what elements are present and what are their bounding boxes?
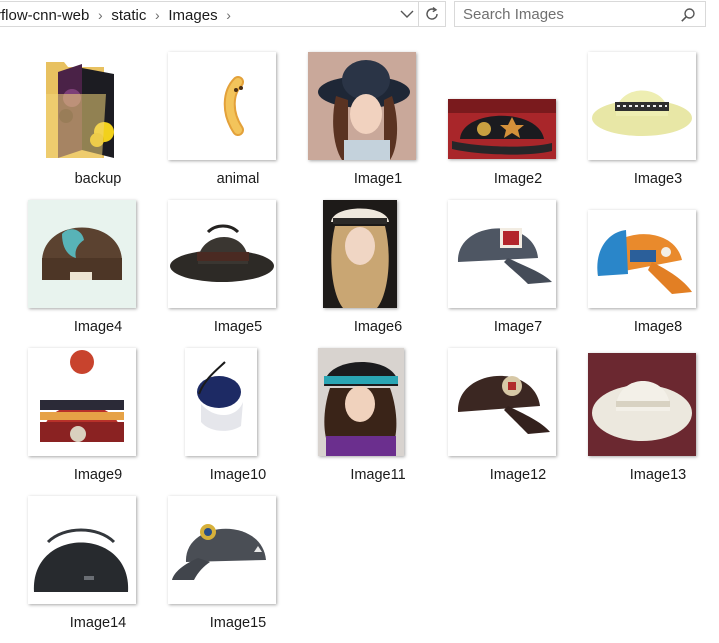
image-thumbnail [588,52,696,160]
file-label: Image8 [633,319,683,335]
breadcrumb-separator[interactable]: › [146,7,168,23]
breadcrumb-item-static[interactable]: static [111,7,146,24]
image-thumbnail [318,348,404,456]
file-item-image2[interactable]: Image2 [448,44,588,190]
search-icon[interactable] [680,7,696,23]
file-item-image11[interactable]: Image11 [308,340,448,486]
image-thumbnail [28,200,136,308]
file-label: animal [216,171,260,187]
file-item-image5[interactable]: Image5 [168,192,308,338]
file-item-image14[interactable]: Image14 [28,488,168,634]
file-label: Image11 [350,467,406,483]
file-label: Image15 [209,615,267,631]
file-item-image4[interactable]: Image4 [28,192,168,338]
file-label: backup [74,171,122,187]
file-label: Image10 [209,467,267,483]
file-item-image15[interactable]: Image15 [168,488,308,634]
folder-icon [42,58,122,162]
image-thumbnail [168,200,276,308]
file-item-image13[interactable]: Image13 [588,340,719,486]
breadcrumb-item-project[interactable]: rflow-cnn-web [0,7,89,24]
image-thumbnail [323,200,397,308]
file-label: Image7 [493,319,543,335]
file-item-image1[interactable]: Image1 [308,44,448,190]
chevron-down-icon[interactable] [399,5,415,23]
search-box[interactable] [454,1,706,27]
image-thumbnail [168,496,276,604]
image-thumbnail [588,353,696,456]
file-label: Image3 [633,171,683,187]
search-input[interactable] [463,4,673,24]
breadcrumb-separator[interactable]: › [218,7,240,23]
breadcrumb: rflow-cnn-web › static › Images › [0,6,240,24]
refresh-icon [426,6,438,20]
image-thumbnail [448,200,556,308]
image-thumbnail [588,210,696,308]
file-label: Image1 [353,171,403,187]
file-label: Image6 [353,319,403,335]
file-label: Image9 [73,467,123,483]
file-label: Image14 [69,615,127,631]
file-item-image12[interactable]: Image12 [448,340,588,486]
file-item-image7[interactable]: Image7 [448,192,588,338]
breadcrumb-separator[interactable]: › [89,7,111,23]
file-item-animal[interactable]: animal [168,44,308,190]
file-label: Image2 [493,171,543,187]
file-item-image3[interactable]: Image3 [588,44,719,190]
file-label: Image12 [489,467,547,483]
breadcrumb-item-images[interactable]: Images [168,7,217,24]
file-item-image9[interactable]: Image9 [28,340,168,486]
image-thumbnail [448,348,556,456]
image-thumbnail [168,52,276,160]
folder-item-backup[interactable]: backup [28,44,168,190]
image-thumbnail [448,99,556,159]
refresh-button[interactable] [418,2,445,26]
image-thumbnail [185,348,257,456]
image-thumbnail [28,496,136,604]
image-thumbnail [28,348,136,456]
file-item-image8[interactable]: Image8 [588,192,719,338]
toolbar: rflow-cnn-web › static › Images › [0,0,719,30]
file-item-image10[interactable]: Image10 [168,340,308,486]
image-thumbnail [308,52,416,160]
file-label: Image4 [73,319,123,335]
address-bar[interactable]: rflow-cnn-web › static › Images › [0,1,446,27]
file-label: Image13 [629,467,687,483]
file-item-image6[interactable]: Image6 [308,192,448,338]
file-label: Image5 [213,319,263,335]
